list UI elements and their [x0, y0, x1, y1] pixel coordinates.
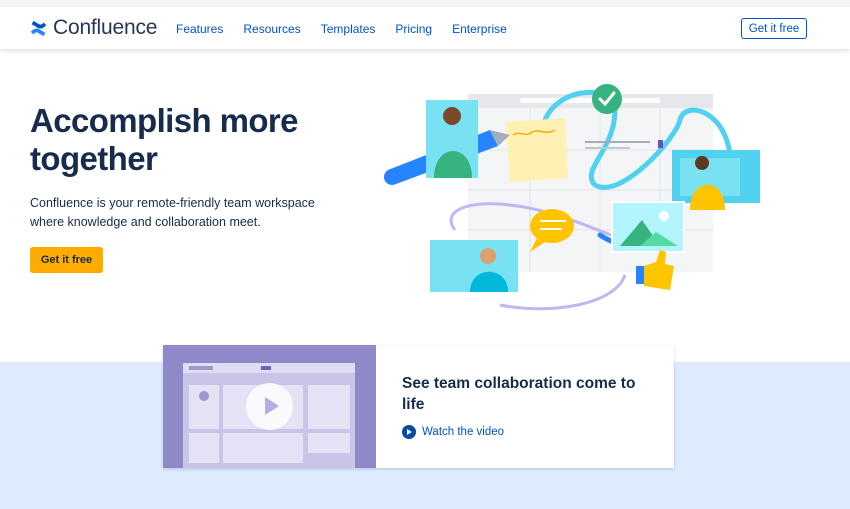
watch-video-text: Watch the video [422, 426, 505, 438]
play-circle-icon [402, 425, 416, 439]
nav-templates[interactable]: Templates [321, 22, 376, 36]
confluence-logo[interactable]: Confluence [30, 16, 157, 40]
board-url-bar [520, 98, 660, 103]
nav-enterprise[interactable]: Enterprise [452, 22, 507, 36]
navbar: Confluence Features Resources Templates … [0, 7, 850, 49]
nav-pricing[interactable]: Pricing [395, 22, 432, 36]
nav-resources[interactable]: Resources [243, 22, 300, 36]
watch-video-link[interactable]: Watch the video [402, 425, 504, 439]
check-badge-icon [592, 84, 622, 114]
person-teal-avatar [430, 240, 518, 292]
play-button-icon[interactable] [246, 383, 293, 430]
video-card: See team collaboration come to life Watc… [163, 345, 674, 468]
confluence-logo-icon [30, 20, 47, 36]
video-title: See team collaboration come to life [402, 375, 636, 413]
person-yellow-avatar [672, 150, 760, 210]
logo-text: Confluence [53, 16, 158, 39]
nav-get-it-free-button[interactable]: Get it free [741, 18, 807, 39]
slider-handle [658, 140, 663, 148]
person-green-avatar [426, 100, 478, 178]
nav-links: Features Resources Templates Pricing Ent… [176, 22, 527, 36]
hero-title: Accomplish more together [30, 102, 299, 177]
video-thumbnail[interactable] [163, 345, 376, 468]
hero-subtitle: Confluence is your remote-friendly team … [30, 196, 315, 229]
hero-get-it-free-button[interactable]: Get it free [30, 247, 103, 273]
sticky-note [505, 118, 568, 182]
top-strip [0, 0, 850, 7]
nav-features[interactable]: Features [176, 22, 223, 36]
image-card [611, 201, 685, 253]
hero-illustration [384, 84, 760, 311]
